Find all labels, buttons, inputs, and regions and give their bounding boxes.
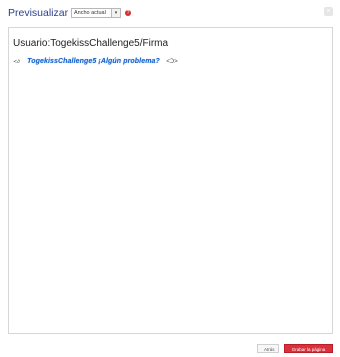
- chevron-down-icon[interactable]: ▾: [111, 9, 120, 17]
- back-button[interactable]: Atrás: [257, 344, 279, 353]
- width-select[interactable]: Ancho actual ▾: [71, 8, 121, 18]
- preview-area: Usuario:TogekissChallenge5/Firma ≺∂ Toge…: [8, 27, 333, 334]
- dialog-title: Previsualizar: [8, 7, 69, 19]
- help-icon[interactable]: ?: [125, 10, 131, 16]
- page-title: Usuario:TogekissChallenge5/Firma: [13, 38, 169, 49]
- signature-left-mark: ≺∂: [13, 58, 20, 65]
- save-page-button[interactable]: Grabar la página: [284, 344, 333, 353]
- dialog-header: Previsualizar Ancho actual ▾ ? ×: [0, 0, 340, 24]
- close-icon[interactable]: ×: [324, 7, 333, 16]
- signature: ≺∂ TogekissChallenge5 ¡Algún problema? <…: [13, 53, 178, 66]
- width-select-value: Ancho actual: [74, 10, 106, 16]
- preview-dialog: Previsualizar Ancho actual ▾ ? × Usuario…: [0, 0, 340, 357]
- signature-right-mark: <Ↄ>: [166, 59, 178, 66]
- dialog-footer: Atrás Grabar la página: [0, 340, 340, 357]
- signature-link[interactable]: TogekissChallenge5 ¡Algún problema?: [27, 58, 160, 65]
